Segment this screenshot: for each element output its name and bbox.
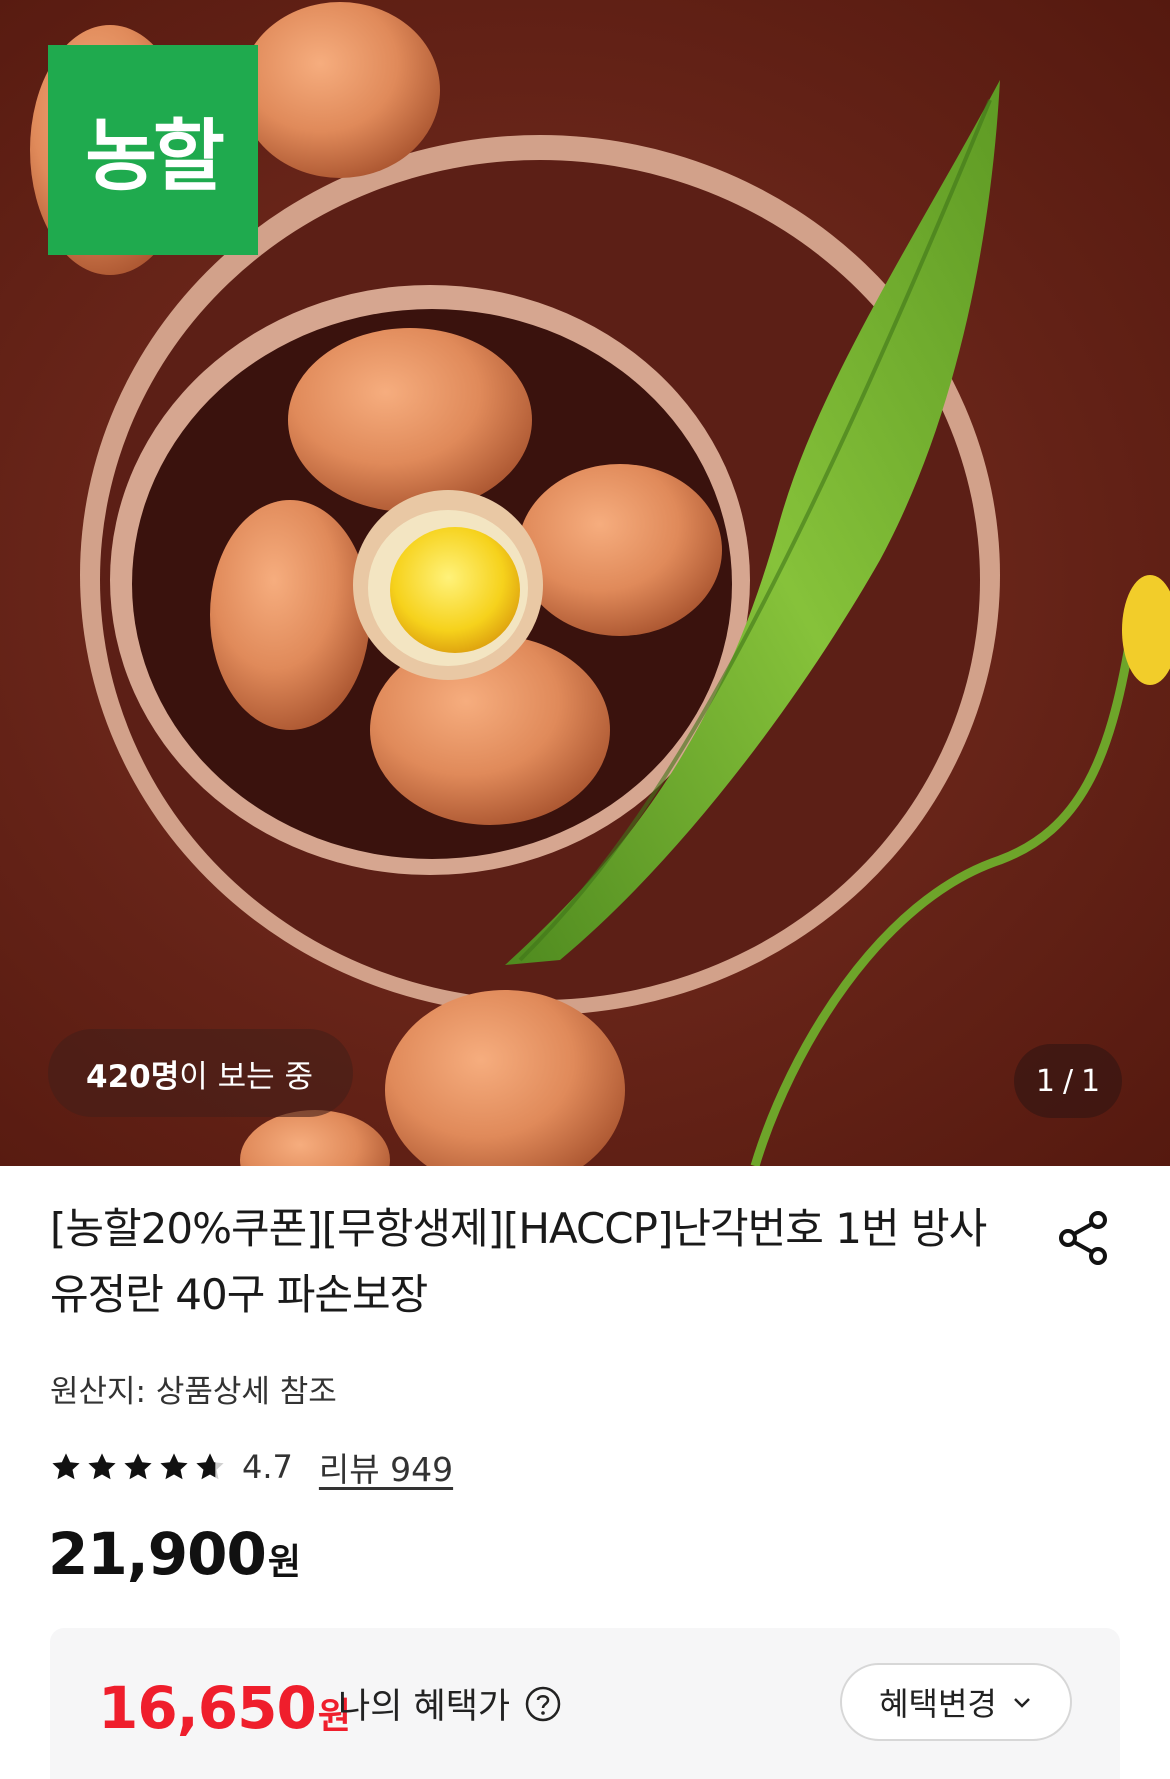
benefit-label: 나의 혜택가 xyxy=(338,1678,562,1729)
star-icon xyxy=(124,1453,152,1480)
pager-total: 1 xyxy=(1081,1063,1101,1099)
pager-current: 1 xyxy=(1035,1063,1055,1099)
question-circle-icon[interactable] xyxy=(524,1685,562,1723)
star-half-icon xyxy=(196,1453,224,1480)
star-icon xyxy=(88,1453,116,1480)
rating-stars xyxy=(50,1451,226,1483)
product-image[interactable]: 농할 420명 이 보는 중 1 / 1 xyxy=(0,0,1170,1166)
benefit-price: 16,650 원 xyxy=(98,1674,351,1742)
benefit-amount: 16,650 xyxy=(98,1674,317,1742)
viewer-count-badge: 420명 이 보는 중 xyxy=(48,1029,353,1117)
rating-value: 4.7 xyxy=(242,1448,293,1486)
image-pager: 1 / 1 xyxy=(1014,1044,1122,1118)
brand-logo: 농할 xyxy=(48,45,258,255)
price-unit: 원 xyxy=(267,1542,301,1583)
review-link[interactable]: 리뷰 949 xyxy=(319,1443,453,1491)
origin-info: 원산지: 상품상세 참조 xyxy=(50,1374,337,1410)
benefit-label-text: 나의 혜택가 xyxy=(338,1687,511,1727)
change-benefit-label: 혜택변경 xyxy=(879,1685,997,1723)
product-title: [농할20%쿠폰][무항생제][HACCP]난각번호 1번 방사 유정란 40구… xyxy=(50,1204,987,1319)
share-button[interactable] xyxy=(1054,1208,1114,1268)
star-icon xyxy=(52,1453,80,1480)
benefit-box: 16,650 원 나의 혜택가 혜택변경 xyxy=(50,1628,1120,1779)
viewer-suffix: 이 보는 중 xyxy=(179,1058,314,1095)
brand-logo-text: 농할 xyxy=(85,112,225,202)
pager-separator: / xyxy=(1062,1063,1074,1099)
price-amount: 21,900 xyxy=(48,1520,267,1588)
rating-row: 4.7 리뷰 949 xyxy=(50,1442,453,1492)
original-price: 21,900 원 xyxy=(48,1520,301,1588)
share-icon xyxy=(1059,1211,1107,1265)
viewer-count: 420명 xyxy=(86,1058,180,1095)
chevron-down-icon xyxy=(1013,1698,1030,1708)
star-icon xyxy=(160,1453,188,1480)
change-benefit-button[interactable]: 혜택변경 xyxy=(840,1663,1072,1741)
